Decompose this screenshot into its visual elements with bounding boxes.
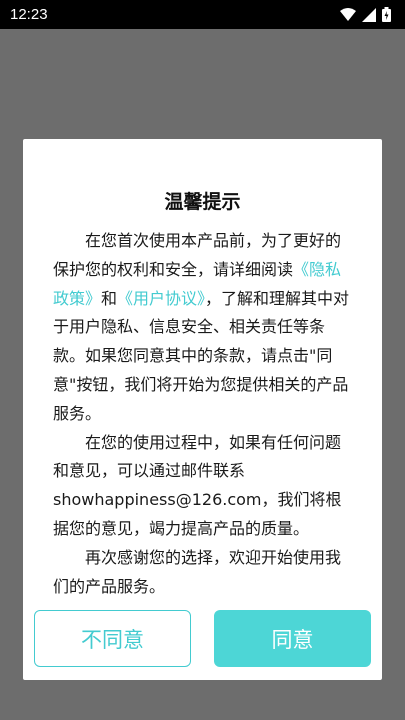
battery-icon xyxy=(382,7,391,22)
decline-button[interactable]: 不同意 xyxy=(34,610,191,667)
dialog-body: 在您首次使用本产品前，为了更好的保护您的权利和安全，请详细阅读《隐私政策》和《用… xyxy=(53,227,353,601)
dialog-paragraph-1: 在您首次使用本产品前，为了更好的保护您的权利和安全，请详细阅读《隐私政策》和《用… xyxy=(53,227,353,429)
dialog-title: 温馨提示 xyxy=(164,191,241,213)
status-icons xyxy=(340,7,391,22)
status-time: 12:23 xyxy=(10,6,48,23)
paragraph-1-text-b: ，了解和理解其中对于用户隐私、信息安全、相关责任等条款。如果您同意其中的条款，请… xyxy=(53,288,350,423)
dialog-paragraph-2: 在您的使用过程中，如果有任何问题和意见，可以通过邮件联系showhappines… xyxy=(53,432,342,538)
signal-icon xyxy=(362,7,376,22)
status-bar: 12:23 xyxy=(0,0,405,29)
dialog-paragraph-3: 再次感谢您的选择，欢迎开始使用我们的产品服务。 xyxy=(53,547,342,596)
privacy-dialog: 温馨提示 在您首次使用本产品前，为了更好的保护您的权利和安全，请详细阅读《隐私政… xyxy=(23,139,382,680)
paragraph-1-and: 和 xyxy=(101,288,118,308)
wifi-icon xyxy=(340,8,356,21)
user-agreement-link[interactable]: 《用户协议》 xyxy=(117,289,205,308)
agree-button[interactable]: 同意 xyxy=(214,610,371,667)
